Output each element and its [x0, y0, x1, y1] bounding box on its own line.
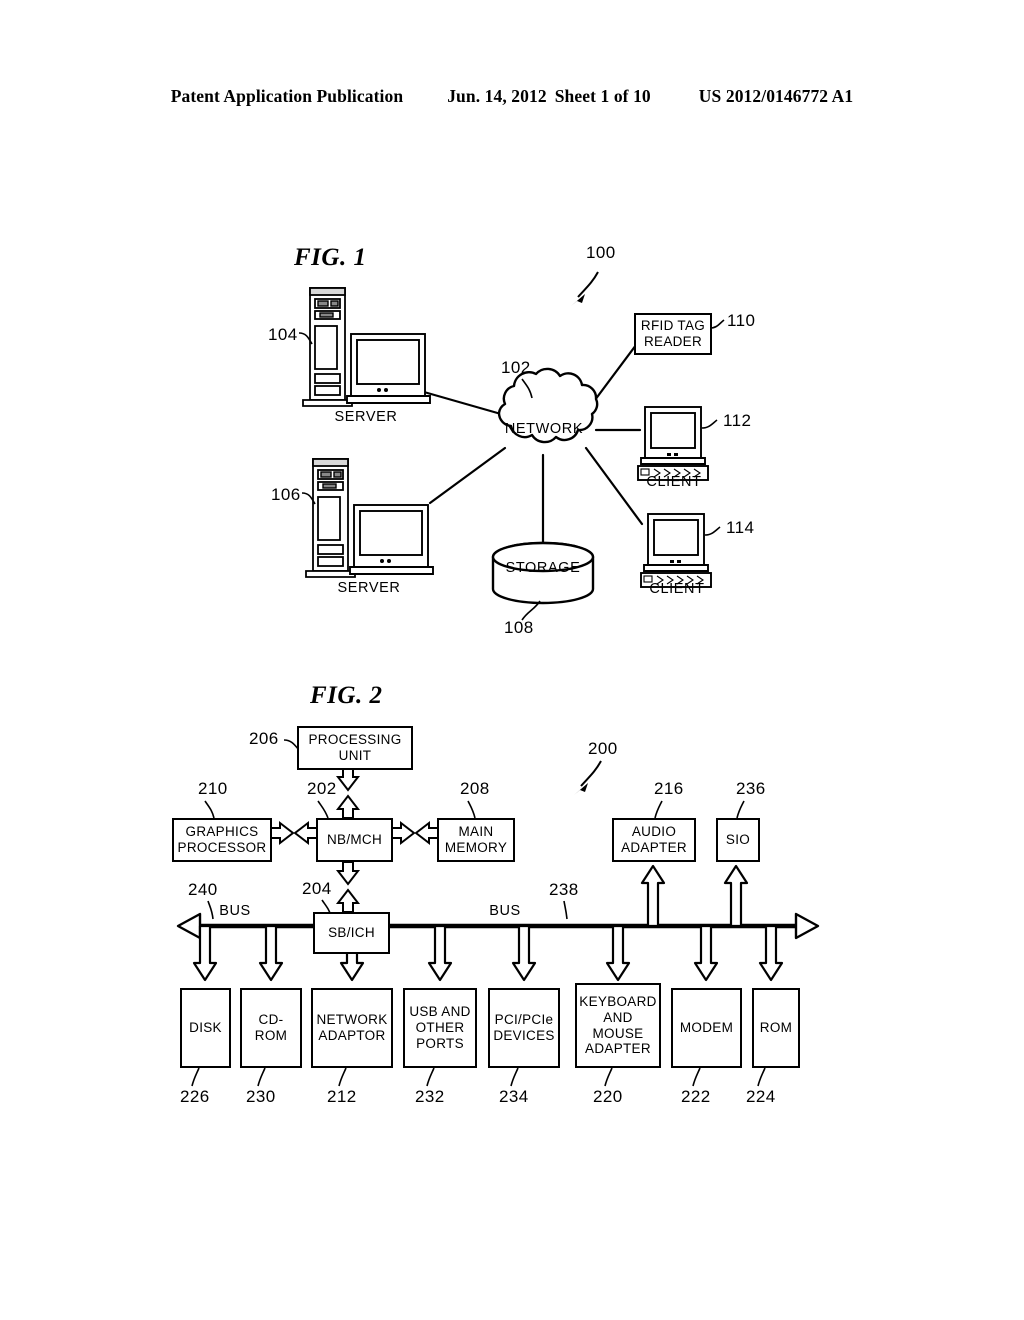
figure-1-artwork	[298, 271, 725, 621]
processing-unit-box: PROCESSING UNIT	[297, 726, 413, 770]
device-box-usb-ports: USB AND OTHER PORTS	[403, 988, 477, 1068]
device-box-keyboard-mouse: KEYBOARD AND MOUSE ADAPTER	[575, 983, 661, 1068]
ref-212: 212	[327, 1087, 357, 1106]
ref-220: 220	[593, 1087, 623, 1106]
figure-1-title: FIG. 1	[294, 244, 367, 271]
server-104-label: SERVER	[334, 409, 398, 425]
network-label: NETWORK	[504, 421, 584, 437]
ref-224: 224	[746, 1087, 776, 1106]
ref-108: 108	[504, 618, 534, 637]
ref-112: 112	[723, 411, 752, 430]
header-date: Jun. 14, 2012	[447, 86, 547, 106]
graphics-processor-box: GRAPHICS PROCESSOR	[172, 818, 272, 862]
device-box-disk: DISK	[180, 988, 231, 1068]
device-box-pci-pcie: PCI/PCIe DEVICES	[488, 988, 560, 1068]
ref-114: 114	[726, 518, 755, 537]
ref-216: 216	[654, 779, 684, 798]
nb-mch-box: NB/MCH	[316, 818, 393, 862]
sio-box: SIO	[716, 818, 760, 862]
ref-234: 234	[499, 1087, 529, 1106]
ref-236: 236	[736, 779, 766, 798]
ref-222: 222	[681, 1087, 711, 1106]
header-sheet: Sheet 1 of 10	[554, 86, 651, 106]
device-box-rom: ROM	[752, 988, 800, 1068]
ref-104: 104	[268, 325, 298, 344]
header-publication: Patent Application Publication	[170, 86, 404, 106]
ref-230: 230	[246, 1087, 276, 1106]
ref-238: 238	[549, 880, 579, 899]
storage-label: STORAGE	[505, 560, 581, 576]
ref-200: 200	[588, 739, 618, 758]
ref-106: 106	[271, 485, 301, 504]
ref-204: 204	[302, 879, 332, 898]
ref-100: 100	[586, 243, 616, 262]
ref-210: 210	[198, 779, 228, 798]
main-memory-box: MAIN MEMORY	[437, 818, 515, 862]
bus-label-left: BUS	[219, 903, 251, 919]
audio-adapter-box: AUDIO ADAPTER	[612, 818, 696, 862]
patent-header: Patent Application Publication Jun. 14, …	[0, 86, 1024, 112]
bus-label-right: BUS	[489, 903, 521, 919]
client-114-label: CLIENT	[649, 581, 705, 597]
ref-240: 240	[188, 880, 218, 899]
header-patent-number: US 2012/0146772 A1	[698, 86, 854, 106]
sb-ich-box: SB/ICH	[313, 912, 390, 954]
client-112-label: CLIENT	[646, 474, 702, 490]
ref-110: 110	[727, 311, 756, 330]
rfid-tag-reader-box: RFID TAG READER	[634, 313, 712, 355]
device-box-modem: MODEM	[671, 988, 742, 1068]
ref-206: 206	[249, 729, 279, 748]
ref-202: 202	[307, 779, 337, 798]
ref-226: 226	[180, 1087, 210, 1106]
device-box-cd-rom: CD-ROM	[240, 988, 302, 1068]
server-106-label: SERVER	[337, 580, 401, 596]
device-box-network-adaptor: NETWORK ADAPTOR	[311, 988, 393, 1068]
ref-208: 208	[460, 779, 490, 798]
figure-2-artwork	[176, 739, 820, 1087]
figure-2-title: FIG. 2	[310, 682, 383, 709]
ref-232: 232	[415, 1087, 445, 1106]
ref-102: 102	[501, 358, 531, 377]
